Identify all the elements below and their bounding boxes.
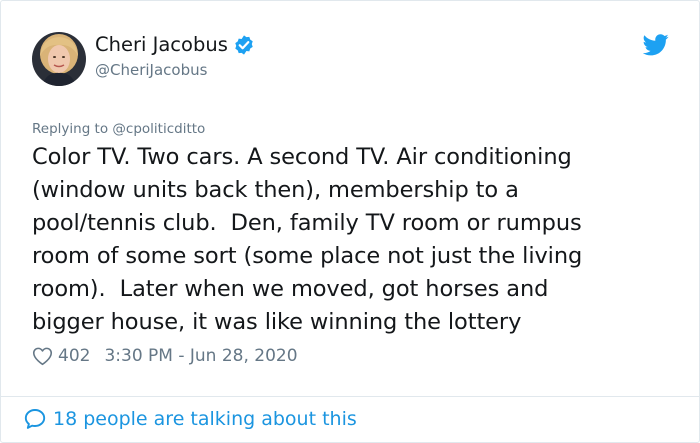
tweet-card: Cheri Jacobus @CheriJacobus Replying to … — [0, 0, 700, 443]
tweet-text: Color TV. Two cars. A second TV. Air con… — [32, 144, 583, 335]
author-name-row[interactable]: Cheri Jacobus — [95, 33, 255, 57]
conversation-count-text[interactable]: 18 people are talking about this — [53, 407, 357, 431]
author-display-name[interactable]: Cheri Jacobus — [95, 33, 228, 57]
twitter-bird-icon[interactable] — [643, 34, 669, 56]
replying-to-label[interactable]: Replying to @cpoliticditto — [32, 120, 205, 138]
speech-bubble-icon — [24, 409, 46, 429]
avatar[interactable] — [32, 32, 86, 86]
avatar-photo — [32, 32, 86, 86]
heart-icon[interactable] — [32, 346, 53, 366]
tweet-timestamp[interactable]: 3:30 PM - Jun 28, 2020 — [104, 345, 297, 367]
author-handle[interactable]: @CheriJacobus — [95, 60, 207, 80]
like-count[interactable]: 402 — [58, 345, 90, 367]
conversation-link[interactable]: 18 people are talking about this — [23, 407, 357, 431]
tweet-meta-row: 402 3:30 PM - Jun 28, 2020 — [32, 345, 298, 367]
verified-badge-icon — [235, 35, 253, 55]
footer-divider — [1, 396, 699, 397]
